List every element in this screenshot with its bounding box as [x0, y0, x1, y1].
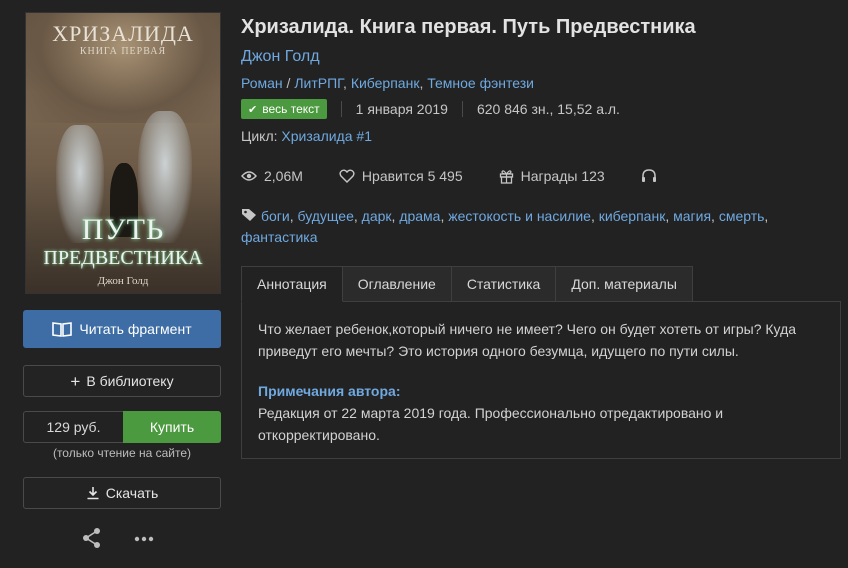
book-open-icon	[52, 322, 73, 337]
tag-separator: ,	[289, 208, 298, 224]
tag-link[interactable]: фантастика	[241, 229, 318, 245]
tag-link[interactable]: киберпанк	[599, 208, 666, 224]
read-fragment-label: Читать фрагмент	[79, 321, 192, 337]
price-label: 129 руб.	[23, 411, 123, 443]
tag-link[interactable]: дарк	[362, 208, 392, 224]
tab-contents[interactable]: Оглавление	[342, 266, 452, 302]
tag-link[interactable]: будущее	[298, 208, 354, 224]
tag-separator: ,	[353, 208, 362, 224]
cover-title-line2: ПРЕДВЕСТНИКА	[43, 247, 203, 269]
genre-separator: ,	[343, 75, 351, 91]
divider	[461, 101, 463, 117]
tag-separator: ,	[711, 208, 719, 224]
tag-separator: ,	[665, 208, 674, 224]
cover-book-number: КНИГА ПЕРВАЯ	[79, 46, 167, 57]
cycle-row: Цикл: Хризалида #1	[241, 128, 841, 144]
author-notes-text: Редакция от 22 марта 2019 года. Професси…	[258, 405, 724, 443]
stats-row: 2,06M Нравится 5 495 Награды 123	[241, 168, 841, 184]
download-label: Скачать	[105, 485, 159, 501]
awards-label: Награды	[520, 168, 578, 184]
author-notes-heading: Примечания автора:	[258, 383, 401, 399]
tag-link[interactable]: боги	[261, 208, 290, 224]
tag-link[interactable]: драма	[399, 208, 440, 224]
genres-row: Роман / ЛитРПГ, Киберпанк, Темное фэнтез…	[241, 75, 841, 91]
book-cover[interactable]: ХРИЗАЛИДА КНИГА ПЕРВАЯ ПУТЬ ПРЕДВЕСТНИКА…	[25, 12, 221, 294]
genre-link[interactable]: Темное фэнтези	[427, 75, 534, 91]
left-column: ХРИЗАЛИДА КНИГА ПЕРВАЯ ПУТЬ ПРЕДВЕСТНИКА…	[23, 12, 221, 554]
tag-link[interactable]: магия	[673, 208, 711, 224]
book-author-link[interactable]: Джон Голд	[241, 48, 320, 66]
cover-series-title: ХРИЗАЛИДА	[52, 21, 194, 46]
read-fragment-button[interactable]: Читать фрагмент	[23, 310, 221, 348]
heart-icon	[339, 169, 355, 183]
cycle-link[interactable]: Хризалида #1	[281, 128, 372, 144]
awards-stat[interactable]: Награды 123	[499, 168, 605, 184]
plus-icon: +	[70, 371, 81, 391]
tag-icon	[242, 209, 256, 221]
tag-link[interactable]: жестокость и насилие	[448, 208, 591, 224]
eye-icon	[241, 171, 257, 181]
tab-statistics[interactable]: Статистика	[451, 266, 557, 302]
tab-bar: Аннотация Оглавление Статистика Доп. мат…	[241, 266, 841, 302]
download-icon	[87, 487, 99, 500]
awards-count: 123	[581, 168, 605, 184]
likes-stat[interactable]: Нравится 5 495	[339, 168, 463, 184]
cycle-label: Цикл:	[241, 128, 278, 144]
add-to-library-button[interactable]: + В библиотеку	[23, 365, 221, 397]
divider	[340, 101, 342, 117]
views-count: 2,06M	[264, 168, 303, 184]
likes-label: Нравится	[361, 168, 424, 184]
genre-link[interactable]: Роман	[241, 75, 283, 91]
book-title: Хризалида. Книга первая. Путь Предвестни…	[241, 16, 696, 38]
download-button[interactable]: Скачать	[23, 477, 221, 509]
genre-link[interactable]: Киберпанк	[351, 75, 420, 91]
tags-row: боги, будущее, дарк, драма, жестокость и…	[241, 206, 841, 248]
genre-separator: /	[282, 75, 295, 91]
headphones-icon	[641, 169, 656, 182]
share-icon[interactable]	[81, 527, 103, 554]
tag-separator: ,	[590, 208, 599, 224]
buy-group: 129 руб. Купить	[23, 411, 221, 443]
gift-icon	[499, 169, 513, 184]
tag-separator: ,	[764, 208, 769, 224]
tab-extra-materials[interactable]: Доп. материалы	[556, 266, 693, 302]
check-icon: ✔	[248, 103, 258, 116]
add-library-label: В библиотеку	[86, 373, 174, 389]
genre-link[interactable]: ЛитРПГ	[294, 75, 343, 91]
cover-title-line1: ПУТЬ	[81, 213, 165, 246]
more-options-icon[interactable]	[133, 527, 155, 554]
annotation-text: Что желает ребенок,который ничего не име…	[258, 321, 797, 359]
share-row	[23, 527, 221, 554]
likes-count: 5 495	[427, 168, 463, 184]
publish-date: 1 января 2019	[355, 101, 448, 117]
badge-label: весь текст	[262, 102, 320, 116]
book-info: Хризалида. Книга первая. Путь Предвестни…	[241, 14, 841, 459]
annotation-panel: Что желает ребенок,который ничего не име…	[241, 301, 841, 459]
buy-button[interactable]: Купить	[123, 411, 221, 443]
full-text-badge: ✔ весь текст	[241, 99, 327, 119]
meta-row: ✔ весь текст 1 января 2019 620 846 зн., …	[241, 98, 841, 120]
tab-annotation[interactable]: Аннотация	[241, 266, 343, 302]
audiobook-button[interactable]	[641, 169, 664, 183]
cover-author: Джон Голд	[97, 275, 149, 287]
book-size: 620 846 зн., 15,52 а.л.	[476, 101, 620, 117]
buy-note: (только чтение на сайте)	[52, 446, 192, 460]
tag-link[interactable]: смерть	[719, 208, 765, 224]
views-stat: 2,06M	[241, 168, 303, 184]
